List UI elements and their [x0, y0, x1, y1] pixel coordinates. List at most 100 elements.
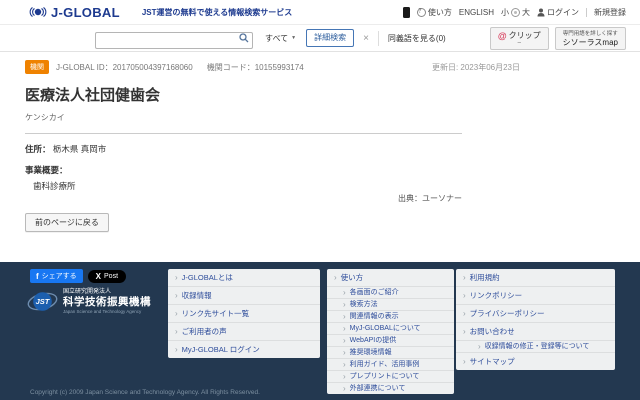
footer-link-myjglobal-login[interactable]: › MyJ-GLOBAL ログイン	[168, 341, 320, 358]
jst-logo-icon: JST	[27, 290, 58, 313]
footer-link-privacy-policy[interactable]: ›プライバシーポリシー	[456, 305, 615, 323]
chevron-right-icon: ›	[478, 343, 481, 351]
jglobal-id: J-GLOBAL ID：201705004397168060	[56, 62, 193, 73]
footer-link-about[interactable]: › J-GLOBALとは	[168, 269, 320, 287]
close-icon[interactable]: ×	[363, 33, 369, 44]
chevron-right-icon: ›	[175, 274, 178, 282]
logo-text: J-GLOBAL	[51, 5, 120, 20]
top-header: J-GLOBAL JST運営の無料で使える情報検索サービス ？ 使い方 ENGL…	[0, 0, 640, 25]
footer-link-terms[interactable]: › 利用規約	[456, 269, 615, 287]
chevron-right-icon: ›	[175, 310, 178, 318]
chevron-right-icon: ›	[343, 313, 346, 321]
chevron-right-icon: ›	[463, 358, 466, 366]
footer-link-contact[interactable]: ›お問い合わせ	[456, 323, 615, 341]
smartphone-icon[interactable]	[403, 7, 410, 18]
footer-link-label: 各画面のご紹介	[350, 289, 399, 297]
minimize-icon: −	[517, 41, 521, 46]
updated-date: 更新日: 2023年06月23日	[432, 62, 520, 73]
footer-link-preprint[interactable]: › プレプリントについて	[327, 371, 454, 383]
footer-link-label: プライバシーポリシー	[470, 309, 545, 318]
footer-link-linked-sites[interactable]: › リンク先サイト一覧	[168, 305, 320, 323]
clip-label: クリップ	[509, 30, 541, 41]
utility-nav: ？ 使い方 ENGLISH 小 大 ログイン 新規登録	[403, 7, 626, 18]
chevron-right-icon: ›	[463, 328, 466, 336]
org-code: 機関コード：10155993174	[207, 62, 304, 73]
footer-link-collected-info[interactable]: › 収録情報	[168, 287, 320, 305]
chevron-right-icon: ›	[343, 385, 346, 393]
x-post-label: Post	[104, 273, 118, 280]
register-label: 新規登録	[594, 7, 626, 18]
chevron-right-icon: ›	[343, 361, 346, 369]
english-link[interactable]: ENGLISH	[459, 8, 494, 17]
footer-link-about-myjglobal[interactable]: ›MyJ-GLOBALについて	[327, 323, 454, 335]
footer-link-label: J-GLOBALとは	[182, 273, 233, 282]
chevron-right-icon: ›	[463, 292, 466, 300]
chevron-right-icon: ›	[343, 373, 346, 381]
search-bar: すべて ▼ 詳細検索 × 同義語を見る(0) @ クリップ − 専門用語を詳しく…	[0, 25, 640, 52]
help-link[interactable]: ？ 使い方	[417, 7, 452, 18]
footer-link-label: 収録情報	[182, 291, 212, 300]
help-icon: ？	[417, 8, 426, 17]
footer-link-related-info[interactable]: › 関連情報の表示	[327, 311, 454, 323]
scope-label: すべて	[265, 33, 288, 44]
footer-link-link-policy[interactable]: › リンクポリシー	[456, 287, 615, 305]
facebook-share-button[interactable]: f シェアする	[30, 269, 83, 283]
footer-link-label: MyJ-GLOBALについて	[350, 325, 421, 333]
search-input[interactable]	[95, 32, 253, 49]
english-label: ENGLISH	[459, 8, 494, 17]
search-divider	[378, 31, 379, 46]
record-id-row: 機関 J-GLOBAL ID：201705004397168060 機関コード：…	[25, 60, 520, 74]
footer-link-webapi[interactable]: ›WebAPIの提供	[327, 335, 454, 347]
footer-link-guide-cases[interactable]: › 利用ガイド、活用事例	[327, 359, 454, 371]
footer-link-label: 利用規約	[470, 273, 500, 282]
back-button[interactable]: 前のページに戻る	[25, 213, 109, 232]
synonym-link[interactable]: 同義語を見る(0)	[388, 33, 446, 44]
footer-link-search-method[interactable]: ›検索方法	[327, 299, 454, 311]
service-tagline: JST運営の無料で使える情報検索サービス	[142, 7, 292, 18]
font-small-button[interactable]: 小	[501, 7, 509, 18]
section-divider	[25, 133, 462, 134]
help-label: 使い方	[428, 7, 452, 18]
jst-org-name-en: Japan Science and Technology Agency	[63, 309, 151, 314]
footer-link-label: リンクポリシー	[470, 291, 523, 300]
x-post-button[interactable]: X Post	[88, 270, 126, 283]
footer-link-environment[interactable]: ›推奨環境情報	[327, 347, 454, 359]
font-size-control: 小 大	[501, 7, 530, 18]
font-large-button[interactable]: 大	[522, 7, 530, 18]
address-value: 栃木県 真岡市	[53, 144, 106, 154]
chevron-right-icon: ›	[175, 346, 178, 354]
footer-link-label: リンク先サイト一覧	[182, 309, 250, 318]
font-size-icon[interactable]	[511, 8, 520, 17]
footer-link-correction-registration[interactable]: ›収録情報の修正・登録等について	[456, 341, 615, 353]
j-global-logo[interactable]: J-GLOBAL	[28, 5, 120, 20]
chevron-right-icon: ›	[463, 274, 466, 282]
footer-link-label: 使い方	[341, 273, 364, 282]
footer-link-howto[interactable]: ›使い方	[327, 269, 454, 287]
record-detail: 機関 J-GLOBAL ID：201705004397168060 機関コード：…	[0, 52, 640, 232]
search-scope-dropdown[interactable]: すべて ▼	[265, 33, 296, 44]
footer-link-sitemap[interactable]: ›サイトマップ	[456, 353, 615, 370]
page-footer: f シェアする X Post JST 国立研究開発法人 科学技術振興機構 Jap…	[0, 262, 640, 400]
footer-link-label: MyJ-GLOBAL ログイン	[182, 345, 260, 354]
footer-link-label: 関連情報の表示	[350, 313, 399, 321]
thesaurus-map-button[interactable]: 専門用語を詳しく探す シソーラスmap	[555, 27, 626, 50]
footer-link-label: 利用ガイド、活用事例	[350, 361, 420, 369]
business-value: 歯科診療所	[25, 180, 615, 192]
footer-link-label: プレプリントについて	[350, 373, 420, 381]
search-icon[interactable]	[239, 33, 249, 43]
footer-link-user-voices[interactable]: ›ご利用者の声	[168, 323, 320, 341]
footer-link-external-cooperation[interactable]: ›外部連携について	[327, 383, 454, 394]
chevron-right-icon: ›	[175, 292, 178, 300]
advanced-search-button[interactable]: 詳細検索	[306, 29, 354, 47]
chevron-down-icon: ▼	[291, 35, 296, 41]
source-note: 出典：ユーソナー	[25, 193, 462, 204]
jst-logo[interactable]: JST 国立研究開発法人 科学技術振興機構 Japan Science and …	[27, 289, 151, 314]
register-link[interactable]: 新規登録	[594, 7, 626, 18]
clip-button[interactable]: @ クリップ −	[490, 27, 549, 50]
footer-column-howto: ›使い方 ›各画面のご紹介 ›検索方法 ›関連情報の表示 ›MyJ-GLOBAL…	[327, 269, 454, 394]
page-title: 医療法人社団健歯会	[25, 84, 615, 105]
jst-org-type: 国立研究開発法人	[63, 289, 151, 296]
login-link[interactable]: ログイン	[537, 7, 579, 18]
footer-column-about: › J-GLOBALとは › 収録情報 › リンク先サイト一覧 ›ご利用者の声 › My…	[168, 269, 320, 358]
footer-link-screens-intro[interactable]: ›各画面のご紹介	[327, 287, 454, 299]
